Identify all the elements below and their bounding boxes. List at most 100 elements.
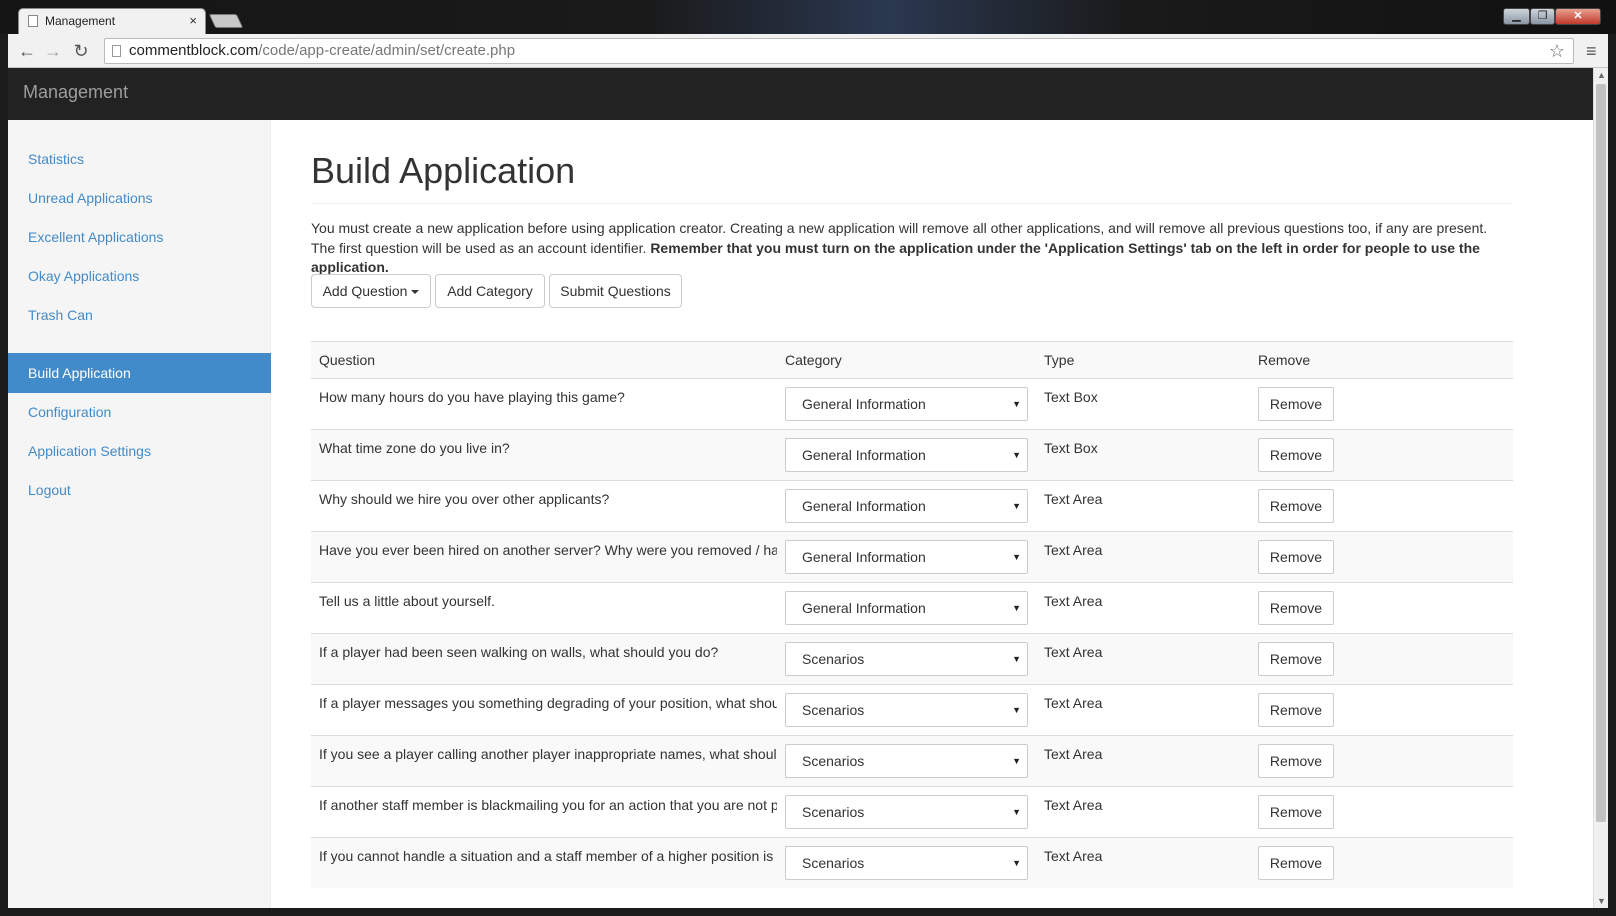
remove-button[interactable]: Remove	[1258, 744, 1334, 778]
category-cell: Scenarios ▼	[777, 633, 1036, 685]
question-cell: If a player messages you something degra…	[311, 684, 777, 736]
category-cell: Scenarios ▼	[777, 684, 1036, 736]
category-cell: Scenarios ▼	[777, 735, 1036, 787]
remove-cell: Remove	[1250, 429, 1513, 481]
category-select[interactable]: Scenarios ▼	[785, 642, 1028, 676]
remove-cell: Remove	[1250, 837, 1513, 888]
category-select-value: General Information	[802, 396, 926, 412]
remove-button[interactable]: Remove	[1258, 438, 1334, 472]
close-window-button[interactable]: ✕	[1555, 8, 1601, 25]
type-cell: Text Area	[1036, 480, 1250, 532]
question-cell: If you see a player calling another play…	[311, 735, 777, 787]
remove-cell: Remove	[1250, 633, 1513, 685]
remove-cell: Remove	[1250, 480, 1513, 532]
remove-button[interactable]: Remove	[1258, 795, 1334, 829]
menu-icon[interactable]: ≡	[1586, 41, 1597, 62]
table-row: If you see a player calling another play…	[311, 735, 1513, 787]
category-select-value: Scenarios	[802, 855, 865, 871]
category-select-value: Scenarios	[802, 702, 865, 718]
url-path: /code/app-create/admin/set/create.php	[258, 42, 516, 59]
type-cell: Text Area	[1036, 735, 1250, 787]
remove-cell: Remove	[1250, 735, 1513, 787]
reload-icon[interactable]: ↻	[70, 40, 92, 62]
browser-tab[interactable]: Management ×	[18, 8, 206, 34]
category-select[interactable]: General Information ▼	[785, 489, 1028, 523]
back-arrow-icon[interactable]: ←	[16, 40, 38, 62]
type-cell: Text Area	[1036, 786, 1250, 838]
column-header-remove: Remove	[1250, 341, 1513, 379]
add-category-button[interactable]: Add Category	[435, 274, 545, 308]
tab-title: Management	[45, 14, 116, 28]
category-cell: General Information ▼	[777, 378, 1036, 430]
category-select[interactable]: General Information ▼	[785, 591, 1028, 625]
top-navbar: Management	[8, 68, 1593, 120]
scroll-up-arrow-icon[interactable]: ▲	[1597, 70, 1606, 80]
sidebar-item-logout[interactable]: Logout	[8, 470, 271, 510]
bookmark-star-icon[interactable]: ☆	[1549, 39, 1565, 63]
tab-close-icon[interactable]: ×	[189, 9, 197, 33]
vertical-scrollbar[interactable]: ▲ ▼	[1593, 68, 1608, 908]
category-cell: General Information ▼	[777, 480, 1036, 532]
sidebar-item-configuration[interactable]: Configuration	[8, 392, 271, 432]
category-select[interactable]: General Information ▼	[785, 438, 1028, 472]
category-cell: Scenarios ▼	[777, 837, 1036, 888]
remove-button[interactable]: Remove	[1258, 846, 1334, 880]
remove-button[interactable]: Remove	[1258, 489, 1334, 523]
sidebar-item-statistics[interactable]: Statistics	[8, 139, 271, 179]
dropdown-arrow-icon: ▼	[1012, 858, 1021, 868]
category-cell: General Information ▼	[777, 429, 1036, 481]
remove-button[interactable]: Remove	[1258, 642, 1334, 676]
question-cell: If another staff member is blackmailing …	[311, 786, 777, 838]
address-bar[interactable]: commentblock.com/code/app-create/admin/s…	[104, 38, 1574, 64]
category-select-value: General Information	[802, 549, 926, 565]
category-select[interactable]: Scenarios ▼	[785, 744, 1028, 778]
add-question-button[interactable]: Add Question	[311, 274, 431, 308]
dropdown-arrow-icon: ▼	[1012, 399, 1021, 409]
table-row: If another staff member is blackmailing …	[311, 786, 1513, 838]
remove-cell: Remove	[1250, 378, 1513, 430]
sidebar-item-unread-applications[interactable]: Unread Applications	[8, 178, 271, 218]
sidebar-item-okay-applications[interactable]: Okay Applications	[8, 256, 271, 296]
category-select[interactable]: General Information ▼	[785, 540, 1028, 574]
add-question-label: Add Question	[322, 283, 408, 299]
new-tab-button[interactable]	[208, 14, 244, 28]
page-viewport: Management Statistics Unread Application…	[8, 68, 1593, 908]
dropdown-arrow-icon: ▼	[1012, 705, 1021, 715]
remove-button[interactable]: Remove	[1258, 591, 1334, 625]
category-select-value: General Information	[802, 600, 926, 616]
scrollbar-thumb[interactable]	[1596, 84, 1606, 822]
category-select[interactable]: Scenarios ▼	[785, 795, 1028, 829]
remove-button[interactable]: Remove	[1258, 387, 1334, 421]
type-cell: Text Area	[1036, 684, 1250, 736]
table-row: If a player had been seen walking on wal…	[311, 633, 1513, 685]
remove-button[interactable]: Remove	[1258, 540, 1334, 574]
scroll-down-arrow-icon[interactable]: ▼	[1597, 896, 1606, 906]
table-row: Have you ever been hired on another serv…	[311, 531, 1513, 583]
remove-button[interactable]: Remove	[1258, 693, 1334, 727]
url-host: commentblock.com	[129, 42, 259, 59]
page-icon	[28, 15, 38, 27]
type-cell: Text Area	[1036, 837, 1250, 888]
maximize-button[interactable]: ❐	[1530, 8, 1555, 25]
sidebar-item-excellent-applications[interactable]: Excellent Applications	[8, 217, 271, 257]
sidebar-item-application-settings[interactable]: Application Settings	[8, 431, 271, 471]
submit-questions-button[interactable]: Submit Questions	[549, 274, 682, 308]
dropdown-arrow-icon: ▼	[1012, 552, 1021, 562]
column-header-question: Question	[311, 341, 777, 379]
category-select[interactable]: Scenarios ▼	[785, 693, 1028, 727]
sidebar-item-trash-can[interactable]: Trash Can	[8, 295, 271, 335]
navbar-brand[interactable]: Management	[23, 82, 128, 103]
category-select-value: Scenarios	[802, 804, 865, 820]
sidebar-item-build-application[interactable]: Build Application	[8, 353, 271, 393]
category-select[interactable]: Scenarios ▼	[785, 846, 1028, 880]
minimize-button[interactable]: ▁	[1503, 8, 1530, 25]
category-select-value: General Information	[802, 447, 926, 463]
dropdown-arrow-icon: ▼	[1012, 450, 1021, 460]
remove-cell: Remove	[1250, 786, 1513, 838]
table-row: How many hours do you have playing this …	[311, 378, 1513, 430]
type-cell: Text Box	[1036, 378, 1250, 430]
forward-arrow-icon[interactable]: →	[42, 40, 64, 62]
category-select-value: General Information	[802, 498, 926, 514]
category-select[interactable]: General Information ▼	[785, 387, 1028, 421]
type-cell: Text Area	[1036, 531, 1250, 583]
